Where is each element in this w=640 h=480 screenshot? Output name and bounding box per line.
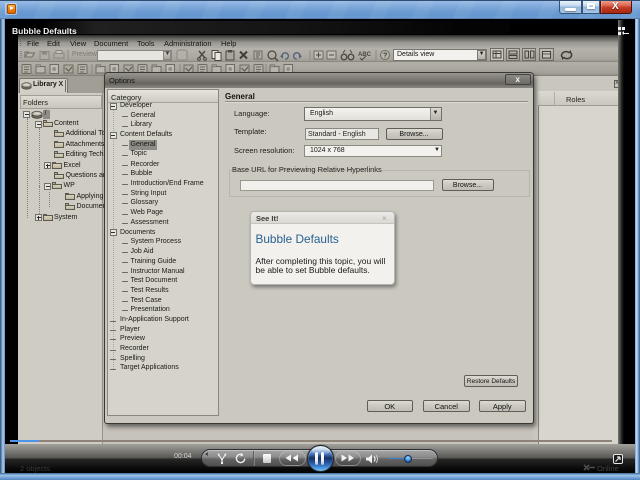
svg-text:?: ? xyxy=(383,53,387,60)
